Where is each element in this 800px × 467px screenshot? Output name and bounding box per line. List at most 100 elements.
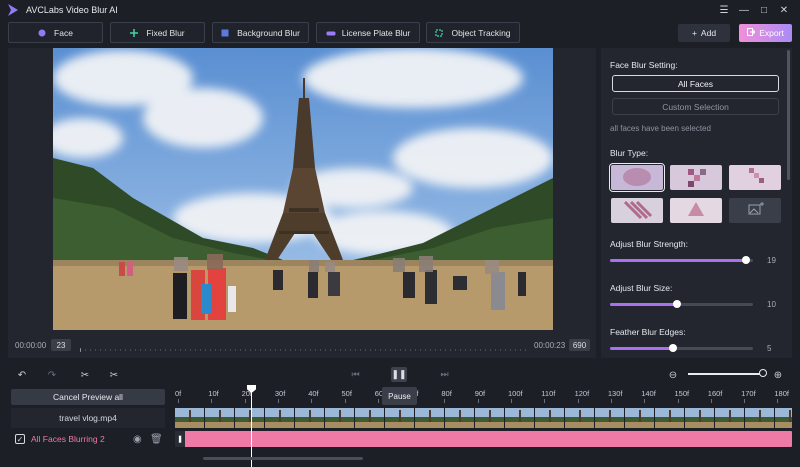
timeline-scrollbar[interactable] [203, 457, 363, 460]
filmstrip-frame [685, 408, 715, 428]
ruler-tick [211, 399, 213, 403]
background-icon [221, 29, 229, 37]
settings-scrollbar[interactable] [787, 50, 790, 180]
filmstrip-frame [385, 408, 415, 428]
ruler-tick-label: 150f [674, 389, 690, 398]
selection-note: all faces have been selected [610, 124, 711, 133]
blur-size-label: Adjust Blur Size: [610, 283, 673, 293]
clip-handle[interactable]: ❚ [175, 431, 185, 447]
ruler-tick [444, 399, 446, 403]
blur-track-header: ✓ All Faces Blurring 2 ◉ 🗑 [11, 430, 165, 448]
ruler-tick-label: 80f [441, 389, 452, 398]
export-button[interactable]: Export [739, 24, 792, 42]
fixed-blur-label: Fixed Blur [146, 27, 185, 38]
close-icon[interactable]: ✕ [774, 3, 794, 17]
ruler-tick-label: 90f [474, 389, 486, 398]
undo-icon[interactable]: ↶ [16, 369, 28, 381]
visibility-icon[interactable]: ◉ [133, 434, 142, 445]
blur-size-slider[interactable] [610, 300, 753, 308]
ruler-tick-label: 40f [308, 389, 319, 398]
timeline-zoom-slider[interactable] [688, 373, 766, 375]
redo-icon[interactable]: ↷ [46, 369, 58, 381]
app-title: AVCLabs Video Blur AI [26, 5, 118, 15]
slider-knob[interactable] [741, 256, 750, 264]
zoom-in-icon[interactable]: ⊕ [772, 369, 784, 381]
menu-icon[interactable]: ☰ [714, 3, 734, 17]
feather-edges-value: 5 [767, 344, 772, 353]
blur-type-mosaic[interactable] [670, 165, 722, 190]
ruler-tick [710, 399, 712, 403]
blur-strength-value: 19 [767, 256, 776, 265]
filmstrip-frame [595, 408, 625, 428]
ruler-tick [777, 399, 779, 403]
object-tracking-label: Object Tracking [451, 27, 511, 38]
custom-selection-button[interactable]: Custom Selection [612, 98, 779, 115]
filmstrip-frame [235, 408, 265, 428]
ruler-tick [544, 399, 546, 403]
preview-scrubber[interactable] [79, 344, 530, 352]
current-time: 00:00:00 [15, 341, 47, 350]
feather-edges-label: Feather Blur Edges: [610, 327, 686, 337]
filmstrip-frame [295, 408, 325, 428]
add-image-icon [748, 202, 764, 215]
ruler-tick-label: 180f [774, 389, 789, 398]
fixed-blur-button[interactable]: Fixed Blur [110, 22, 205, 43]
ruler-tick-label: 50f [341, 389, 352, 398]
filmstrip-frame [475, 408, 505, 428]
face-icon [38, 29, 46, 37]
minimize-icon[interactable]: — [734, 3, 754, 17]
filmstrip-frame [715, 408, 745, 428]
ruler-tick [277, 399, 279, 403]
delete-icon[interactable]: 🗑 [150, 434, 163, 445]
ruler-tick-label: 120f [574, 389, 590, 398]
pause-button[interactable]: ❚❚ [391, 367, 407, 382]
next-frame-icon[interactable]: ⏭ [437, 367, 452, 382]
end-time: 00:00:23 [534, 341, 566, 350]
filmstrip-frame [265, 408, 295, 428]
object-tracking-button[interactable]: Object Tracking [426, 22, 520, 43]
slider-knob[interactable] [668, 344, 677, 352]
add-button[interactable]: + Add [678, 24, 730, 42]
video-preview[interactable] [53, 48, 553, 330]
maximize-icon[interactable]: □ [754, 3, 774, 17]
ruler-tick [511, 399, 512, 403]
blur-track-label[interactable]: All Faces Blurring 2 [31, 434, 105, 444]
zoom-slider-knob[interactable] [759, 369, 767, 377]
blur-track-clip[interactable] [175, 431, 792, 447]
face-mode-button[interactable]: Face [8, 22, 103, 43]
license-plate-blur-button[interactable]: License Plate Blur [316, 22, 420, 43]
ruler-tick-label: 30f [274, 389, 286, 398]
zoom-out-icon[interactable]: ⊖ [667, 369, 679, 381]
trim-icon[interactable]: ✂ [108, 369, 120, 381]
filmstrip-frame [325, 408, 355, 428]
timeline-ruler[interactable]: 0f10f20f30f40f50f60f70f80f90f100f110f120… [172, 387, 792, 403]
export-label: Export [759, 28, 784, 38]
slider-knob[interactable] [673, 300, 682, 308]
ruler-tick-label: 140f [641, 389, 656, 398]
blur-type-gaussian[interactable] [609, 163, 665, 192]
checkbox-icon[interactable]: ✓ [15, 434, 25, 444]
video-filmstrip[interactable] [175, 408, 792, 428]
ruler-tick-label: 160f [707, 389, 723, 398]
split-icon[interactable]: ✂ [79, 369, 91, 381]
settings-panel: Face Blur Setting: All Faces Custom Sele… [601, 48, 792, 358]
filmstrip-frame [745, 408, 775, 428]
all-faces-button[interactable]: All Faces [612, 75, 779, 92]
filmstrip-frame [355, 408, 385, 428]
playhead[interactable] [251, 385, 252, 467]
blur-type-glass[interactable] [611, 198, 663, 223]
ruler-tick [644, 399, 646, 403]
filmstrip-frame [535, 408, 565, 428]
previous-frame-icon[interactable]: ⏮ [348, 367, 363, 382]
ruler-tick [377, 399, 379, 403]
background-blur-label: Background Blur [237, 27, 300, 38]
cancel-preview-button[interactable]: Cancel Preview all [11, 389, 165, 405]
feather-edges-slider[interactable] [610, 344, 753, 352]
blur-type-custom-image[interactable] [729, 198, 781, 223]
export-icon [747, 28, 756, 38]
blur-type-crystal[interactable] [670, 198, 722, 223]
blur-type-pixel[interactable] [729, 165, 781, 190]
blur-strength-slider[interactable] [610, 256, 753, 264]
add-label: Add [700, 28, 717, 38]
background-blur-button[interactable]: Background Blur [212, 22, 309, 43]
